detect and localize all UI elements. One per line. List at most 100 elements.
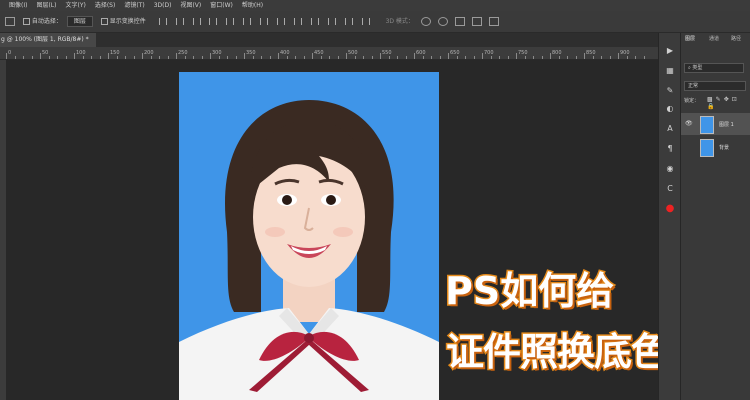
visibility-eye-icon[interactable]: 👁 (685, 120, 693, 127)
ruler-minor-tick (201, 56, 203, 59)
libraries-icon[interactable]: C (663, 183, 677, 195)
ruler-minor-tick (65, 56, 67, 59)
layer-row-2[interactable]: 背景 (681, 136, 750, 158)
align-bottom-icon[interactable] (192, 18, 201, 25)
3d-pan-icon[interactable] (454, 17, 465, 26)
brush-icon[interactable]: ✎ (663, 85, 677, 97)
distribute-hcenter-icon[interactable] (327, 18, 336, 25)
ruler-tick (448, 53, 449, 59)
align-top-icon[interactable] (158, 18, 167, 25)
align-left-icon[interactable] (209, 18, 218, 25)
ruler-tick (142, 53, 143, 59)
layers-panel: 图层 通道 路径 ⌕ 类型 正常 锁定： ▩✎✥⊡🔒 👁 图层 1 背景 (680, 33, 750, 400)
move-tool-icon[interactable] (5, 17, 15, 26)
ruler-tick (516, 53, 517, 59)
show-transform-checkbox[interactable] (100, 18, 108, 25)
ruler-minor-tick (609, 56, 611, 59)
ruler-tick (278, 53, 279, 59)
history-icon[interactable]: ▶ (663, 45, 677, 57)
lock-icons[interactable]: ▩✎✥⊡🔒 (707, 96, 750, 110)
menu-item[interactable]: 帮助(H) (242, 0, 263, 11)
align-hcenter-icon[interactable] (226, 18, 235, 25)
distribute-vcenter-icon[interactable] (277, 18, 286, 25)
ruler-minor-tick (99, 56, 101, 59)
tab-channels[interactable]: 通道 (709, 35, 719, 42)
distribute-bottom-icon[interactable] (294, 18, 303, 25)
ruler-tick (346, 53, 347, 59)
document-tab-bar (0, 33, 658, 47)
menu-item[interactable]: 3D(D) (154, 0, 172, 11)
ruler-label: 200 (144, 50, 154, 56)
ruler-minor-tick (167, 56, 169, 59)
ruler-minor-tick (499, 56, 500, 59)
menu-item[interactable]: 图像(I) (9, 0, 27, 11)
3d-roll-icon[interactable] (437, 17, 448, 26)
layer-thumbnail (700, 116, 714, 134)
character-icon[interactable]: A (663, 123, 677, 135)
auto-select-checkbox[interactable] (22, 18, 30, 25)
ruler-minor-tick (626, 56, 628, 59)
distribute-right-icon[interactable] (344, 18, 353, 25)
menu-item[interactable]: 滤镜(T) (124, 0, 144, 11)
document-tab[interactable]: g @ 100% (图层 1, RGB/8#) * (0, 33, 96, 47)
ruler-tick (210, 53, 211, 59)
ruler-minor-tick (133, 56, 135, 59)
ruler-label: 800 (552, 50, 562, 56)
tab-paths[interactable]: 路径 (731, 35, 741, 42)
ruler-minor-tick (490, 56, 492, 59)
ruler-minor-tick (31, 56, 33, 59)
ruler-minor-tick (295, 56, 296, 59)
ruler-label: 250 (178, 50, 188, 56)
auto-align-icon[interactable] (361, 18, 370, 25)
auto-select-dropdown[interactable]: 图层 (66, 16, 93, 27)
properties-icon[interactable]: ▦ (663, 65, 677, 77)
3d-rotate-icon[interactable] (420, 17, 431, 26)
ruler-minor-tick (354, 56, 356, 59)
ruler-label: 0 (8, 50, 12, 56)
ruler-minor-tick (524, 56, 526, 59)
layer-filter-dropdown[interactable]: ⌕ 类型 (684, 63, 744, 73)
align-vcenter-icon[interactable] (175, 18, 184, 25)
ruler-tick (584, 53, 585, 59)
id-photo (179, 72, 439, 400)
distribute-left-icon[interactable] (310, 18, 319, 25)
ruler-minor-tick (337, 56, 339, 59)
distribute-top-icon[interactable] (260, 18, 269, 25)
ruler-minor-tick (422, 56, 424, 59)
adjustments-icon[interactable]: ◐ (663, 103, 677, 115)
ruler-minor-tick (439, 56, 441, 59)
3d-scale-icon[interactable] (488, 17, 499, 26)
record-icon[interactable]: ● (663, 203, 677, 215)
ruler-tick (312, 53, 313, 59)
ruler-minor-tick (456, 56, 458, 59)
menu-item[interactable]: 选择(S) (95, 0, 116, 11)
blend-mode-dropdown[interactable]: 正常 (684, 81, 746, 91)
ruler-minor-tick (567, 56, 568, 59)
tab-layers[interactable]: 图层 (685, 35, 695, 42)
paragraph-icon[interactable]: ¶ (663, 143, 677, 155)
ruler-minor-tick (252, 56, 254, 59)
menu-item[interactable]: 文字(Y) (65, 0, 85, 11)
glyphs-icon[interactable]: ◉ (663, 163, 677, 175)
layer-thumbnail (700, 139, 714, 157)
ruler-minor-tick (329, 56, 330, 59)
ruler-tick (108, 53, 109, 59)
ruler-minor-tick (473, 56, 475, 59)
ruler-minor-tick (405, 56, 407, 59)
ruler-minor-tick (643, 56, 645, 59)
menu-item[interactable]: 视图(V) (180, 0, 201, 11)
ruler-label: 300 (212, 50, 222, 56)
3d-slide-icon[interactable] (471, 17, 482, 26)
ruler-minor-tick (57, 56, 58, 59)
ruler-label: 900 (620, 50, 630, 56)
align-right-icon[interactable] (243, 18, 252, 25)
ruler-minor-tick (91, 56, 92, 59)
search-icon: ⌕ (688, 65, 691, 71)
ruler-minor-tick (635, 56, 636, 59)
menu-item[interactable]: 窗口(W) (210, 0, 233, 11)
layer-name[interactable]: 背景 (719, 144, 729, 151)
ruler-minor-tick (431, 56, 432, 59)
menu-item[interactable]: 图层(L) (36, 0, 56, 11)
layer-name[interactable]: 图层 1 (719, 121, 734, 128)
layer-row-1[interactable]: 👁 图层 1 (681, 113, 750, 135)
